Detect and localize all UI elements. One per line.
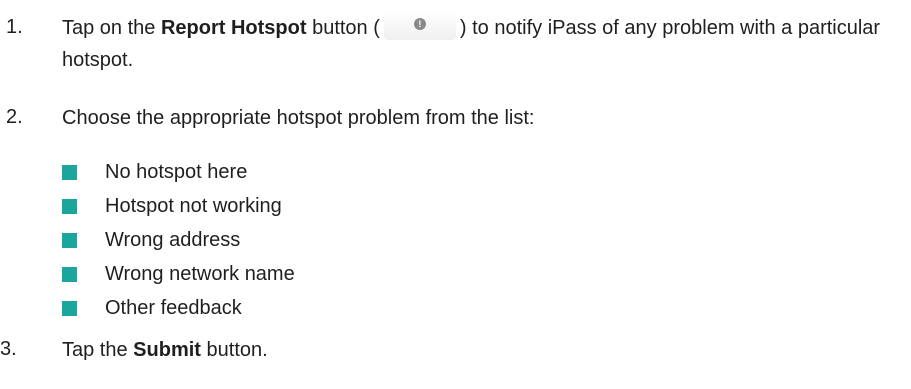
submit-label: Submit (133, 339, 201, 361)
report-hotspot-label: Report Hotspot (160, 17, 307, 39)
bullet-square-icon (62, 165, 77, 180)
step-number: 2. (6, 106, 23, 128)
bullet-square-icon (62, 267, 77, 282)
problem-label: Hotspot not working (105, 195, 282, 217)
step-text: Tap on the Report Hotspot button (!) to … (62, 11, 903, 76)
step-text-after: button. (200, 339, 268, 361)
exclamation-circle-icon: ! (413, 17, 426, 30)
step-text-before: Tap the (62, 339, 134, 361)
report-hotspot-button[interactable]: ! (383, 11, 456, 40)
problem-label: Wrong address (105, 229, 241, 251)
step-number: 3. (0, 338, 17, 360)
problem-label: Wrong network name (105, 263, 295, 285)
bullet-square-icon (62, 199, 77, 214)
step-text: Choose the appropriate hotspot problem f… (62, 107, 535, 129)
problem-label: Other feedback (105, 297, 242, 319)
bullet-square-icon (62, 301, 77, 316)
step-text-middle: button ( (306, 17, 380, 39)
bullet-square-icon (62, 233, 77, 248)
step-text-before: Tap on the (62, 17, 161, 39)
step-text: Tap the Submit button. (62, 334, 903, 366)
problem-label: No hotspot here (105, 161, 248, 183)
step-number: 1. (6, 16, 23, 38)
